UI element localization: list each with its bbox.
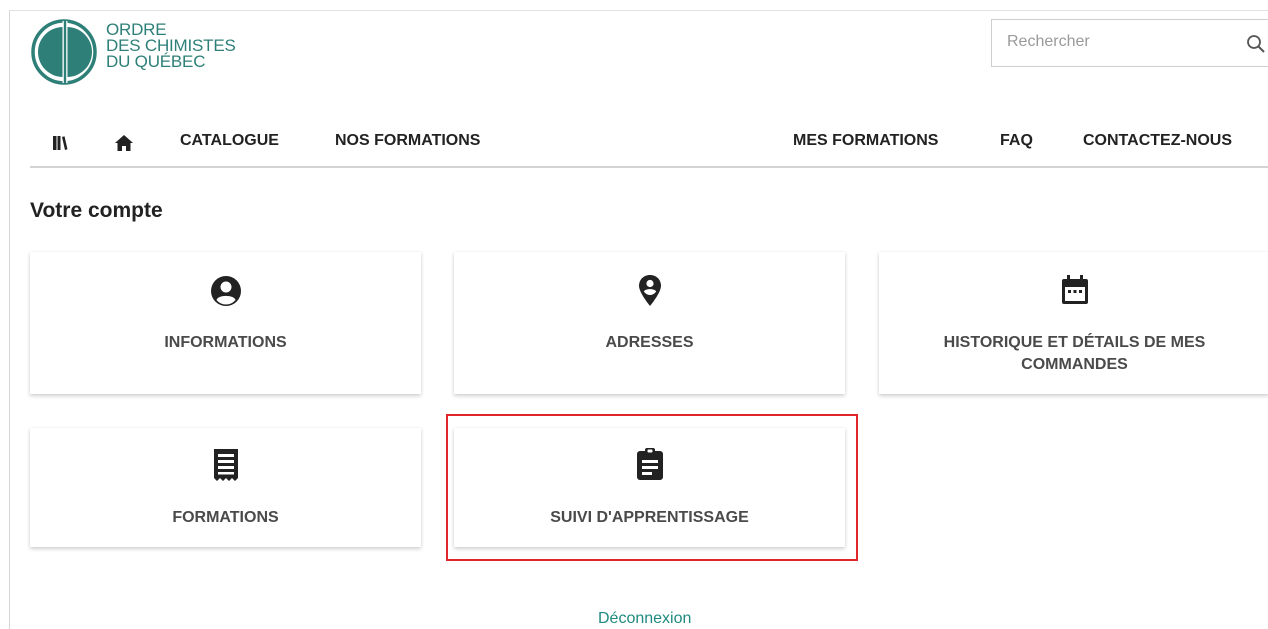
- card-label: INFORMATIONS: [164, 334, 287, 351]
- card-informations[interactable]: INFORMATIONS: [30, 252, 421, 394]
- calendar-icon: [1061, 275, 1088, 304]
- page-border-left: [9, 10, 10, 629]
- card-formations[interactable]: FORMATIONS: [30, 428, 421, 547]
- highlight-box: [446, 414, 858, 561]
- logo-line-3: DU QUÉBEC: [106, 52, 206, 71]
- nav-contactez-nous[interactable]: CONTACTEZ-NOUS: [1083, 132, 1232, 150]
- card-historique-commandes[interactable]: HISTORIQUE ET DÉTAILS DE MES COMMANDES: [879, 252, 1268, 394]
- card-label: ADRESSES: [605, 334, 694, 351]
- site-logo[interactable]: ORDRE DES CHIMISTES DU QUÉBEC: [30, 18, 236, 86]
- search-input[interactable]: [992, 20, 1212, 64]
- search-box: [991, 19, 1268, 67]
- logo-text: ORDRE DES CHIMISTES DU QUÉBEC: [106, 21, 236, 71]
- home-icon[interactable]: [114, 134, 134, 152]
- map-marker-icon: [638, 275, 661, 306]
- card-label: HISTORIQUE ET DÉTAILS DE MES COMMANDES: [943, 334, 1206, 373]
- page-border-top: [9, 10, 1268, 11]
- search-icon[interactable]: [1246, 34, 1266, 54]
- nav-mes-formations[interactable]: MES FORMATIONS: [793, 132, 938, 150]
- card-label: FORMATIONS: [172, 509, 279, 526]
- library-icon[interactable]: [52, 134, 68, 152]
- receipt-icon: [213, 449, 238, 481]
- nav-nos-formations[interactable]: NOS FORMATIONS: [335, 132, 480, 150]
- logout-link[interactable]: Déconnexion: [598, 610, 691, 628]
- user-circle-icon: [210, 276, 241, 306]
- nav-faq[interactable]: FAQ: [1000, 132, 1033, 150]
- page-title: Votre compte: [30, 199, 163, 222]
- logo-mark-icon: [31, 19, 97, 85]
- nav-catalogue[interactable]: CATALOGUE: [180, 132, 279, 150]
- card-adresses[interactable]: ADRESSES: [454, 252, 845, 394]
- main-nav: CATALOGUE NOS FORMATIONS MES FORMATIONS …: [30, 124, 1268, 168]
